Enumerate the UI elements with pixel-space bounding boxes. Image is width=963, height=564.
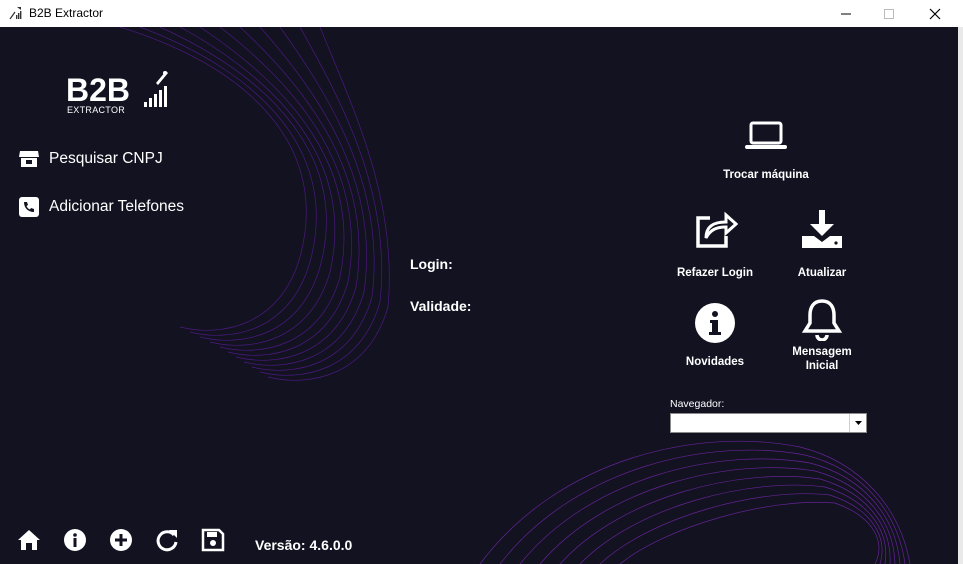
main-window: B2B EXTRACTOR Pesquisar CNPJ Adicionar T…: [0, 27, 958, 564]
mensagem-inicial-button[interactable]: Mensagem Inicial: [776, 297, 868, 373]
version-label: Versão: 4.6.0.0: [255, 537, 353, 553]
store-icon: [19, 151, 39, 167]
dropdown-arrow-icon[interactable]: [849, 414, 866, 432]
mensagem-inicial-label: Mensagem Inicial: [792, 346, 852, 372]
info-circle-icon: [695, 303, 735, 343]
app-icon: [9, 7, 22, 20]
sidebar-item-adicionar-telefones[interactable]: Adicionar Telefones: [18, 196, 184, 218]
refazer-login-button[interactable]: Refazer Login: [672, 210, 758, 280]
refresh-icon[interactable]: [154, 527, 180, 553]
sidebar-item-label: Pesquisar CNPJ: [49, 150, 163, 167]
bell-icon: [801, 299, 843, 341]
login-label: Login:: [410, 256, 453, 272]
info-icon[interactable]: [62, 527, 88, 553]
navegador-select[interactable]: [670, 413, 867, 433]
window-title: B2B Extractor: [29, 6, 104, 20]
share-icon: [696, 211, 738, 248]
sidebar-item-label: Adicionar Telefones: [49, 198, 184, 215]
maximize-icon: [884, 8, 894, 19]
validade-label: Validade:: [410, 298, 472, 314]
novidades-button[interactable]: Novidades: [672, 302, 758, 369]
sidebar-item-pesquisar-cnpj[interactable]: Pesquisar CNPJ: [18, 148, 163, 170]
atualizar-button[interactable]: Atualizar: [779, 208, 865, 280]
close-button[interactable]: [912, 0, 958, 27]
home-icon[interactable]: [16, 527, 42, 553]
laptop-icon: [745, 121, 787, 149]
svg-text:B2B: B2B: [66, 72, 130, 108]
trocar-maquina-button[interactable]: Trocar máquina: [706, 120, 826, 182]
trocar-maquina-label: Trocar máquina: [723, 169, 809, 181]
logo-subtitle: EXTRACTOR: [67, 105, 126, 115]
title-bar: B2B Extractor: [0, 0, 963, 27]
phone-icon: [19, 197, 39, 217]
window-edge: [958, 27, 963, 564]
navegador-label: Navegador:: [670, 398, 725, 410]
save-icon[interactable]: [200, 527, 226, 553]
refazer-login-label: Refazer Login: [676, 267, 754, 279]
plus-circle-icon[interactable]: [108, 527, 134, 553]
minimize-icon: [841, 13, 851, 14]
navegador-selected-value: [671, 418, 674, 430]
close-icon: [929, 8, 941, 19]
maximize-button[interactable]: [866, 0, 912, 27]
download-icon: [802, 210, 842, 248]
minimize-button[interactable]: [823, 0, 869, 27]
atualizar-label: Atualizar: [797, 267, 847, 279]
novidades-label: Novidades: [685, 356, 745, 368]
